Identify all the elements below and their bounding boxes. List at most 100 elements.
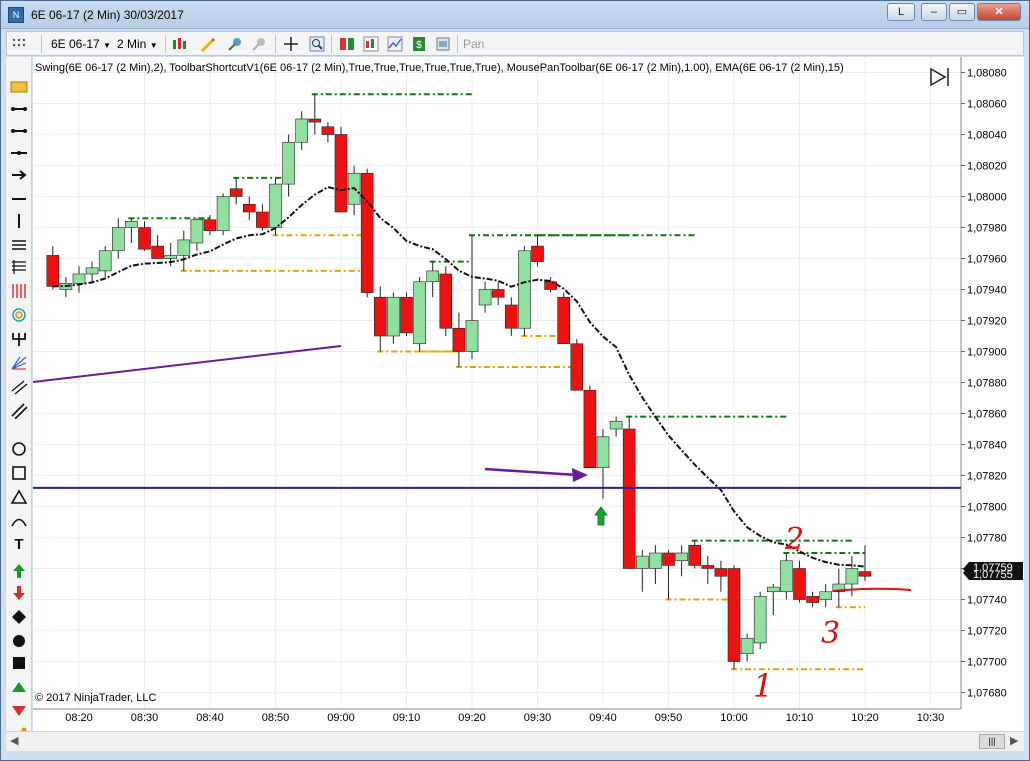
candle-down[interactable] [858,571,872,577]
fibonacci-extension-icon[interactable] [10,259,28,275]
horizontal-line-icon[interactable] [10,191,28,207]
triangle-icon[interactable] [10,489,28,505]
candle-down[interactable] [583,389,597,469]
rectangle-icon[interactable] [10,465,28,481]
candle-up[interactable] [740,637,754,655]
crosshair-icon[interactable] [283,36,299,52]
link-button[interactable]: L [887,3,915,21]
candle-up[interactable] [295,118,309,143]
candle-down[interactable] [243,203,256,213]
candlesticks[interactable] [46,94,872,670]
candle-up[interactable] [387,296,400,337]
candle-up[interactable] [766,586,780,593]
candle-down[interactable] [321,126,335,135]
candle-up[interactable] [426,270,440,283]
candle-up[interactable] [269,183,282,228]
gann-fan-icon[interactable] [10,355,28,371]
scroll-left-icon[interactable]: ◀ [10,734,18,747]
candle-up[interactable] [675,552,688,562]
candle-down[interactable] [504,304,518,329]
candle-down[interactable] [452,327,466,352]
candle-up[interactable] [596,436,610,469]
order-panel-icon[interactable] [339,36,355,52]
candle-up[interactable] [518,250,531,329]
candle-down[interactable] [373,296,387,337]
regression-channel-icon[interactable] [10,379,28,395]
extended-line-icon[interactable] [10,145,28,161]
candle-down[interactable] [701,565,715,569]
candle-up[interactable] [780,560,793,593]
properties-icon[interactable]: $ [411,36,427,52]
candle-up[interactable] [635,555,649,569]
candle-up[interactable] [190,219,204,244]
candle-down[interactable] [557,296,571,345]
candle-up[interactable] [649,552,662,569]
instrument-selector[interactable]: 6E 06-17 ▼ [51,36,111,52]
pitchfork-icon[interactable] [10,331,28,347]
title-bar[interactable]: N 6E 06-17 (2 Min) 30/03/2017 L – ▭ ✕ [1,1,1029,29]
triangle-up-icon[interactable] [10,679,28,695]
line-icon[interactable] [10,123,28,139]
pan-button[interactable]: Pan [463,36,484,52]
scroll-right-icon[interactable]: ▶ [1010,734,1018,747]
vertical-line-icon[interactable] [10,213,28,229]
candle-down[interactable] [360,172,374,293]
triangle-down-icon[interactable] [10,703,28,719]
candle-up[interactable] [845,568,859,585]
horizontal-scrollbar[interactable]: ◀ ||| ▶ [6,731,1024,751]
candle-down[interactable] [46,255,60,287]
candle-up[interactable] [125,221,138,228]
candle-up[interactable] [72,273,86,284]
candle-down[interactable] [138,227,151,250]
trend-channel-icon[interactable] [10,403,28,419]
candle-down[interactable] [688,544,702,566]
zoom-icon[interactable] [309,36,325,52]
arrow-up-icon[interactable] [10,563,28,579]
candle-down[interactable] [727,568,741,662]
candle-down[interactable] [229,188,243,197]
strategy-icon[interactable] [227,36,243,52]
candle-down[interactable] [714,568,728,577]
candle-up[interactable] [177,239,191,256]
candle-down[interactable] [308,118,322,123]
candle-up[interactable] [413,281,426,345]
arrow-line-icon[interactable] [10,167,28,183]
candle-up[interactable] [819,591,833,600]
chart-scroll-end-icon[interactable] [930,67,949,87]
arrow-down-icon[interactable] [10,585,28,601]
ruler-icon[interactable] [10,79,28,95]
candle-up[interactable] [465,320,479,352]
text-icon[interactable]: T [10,535,28,551]
drawing-tool-icon[interactable] [199,36,215,52]
candle-down[interactable] [662,552,675,566]
candle-down[interactable] [151,245,164,259]
minimize-button[interactable]: – [921,3,947,21]
diamond-icon[interactable] [10,609,28,625]
candle-up[interactable] [164,255,177,259]
square-icon[interactable] [10,655,28,671]
maximize-button[interactable]: ▭ [949,3,975,21]
candle-down[interactable] [491,289,505,298]
data-series-icon[interactable] [387,36,403,52]
ray-icon[interactable] [10,101,28,117]
candle-down[interactable] [544,281,557,290]
candle-down[interactable] [806,596,819,603]
candle-up[interactable] [478,289,492,306]
arc-icon[interactable] [10,513,28,529]
candle-up[interactable] [112,227,125,252]
bar-type-icon[interactable] [171,36,187,52]
candle-up[interactable] [85,267,99,275]
price-chart-panel[interactable]: 1,08080 1,08060 1,08040 1,08020 1,08000 1,079… [32,57,1024,731]
price-chart[interactable]: 1,08080 1,08060 1,08040 1,08020 1,08000 1,079… [32,57,1024,731]
candle-up[interactable] [609,420,623,430]
close-button[interactable]: ✕ [977,3,1021,21]
andrews-pitchfork-icon[interactable] [10,237,28,253]
candle-down[interactable] [400,296,413,334]
candle-up[interactable] [216,196,230,231]
candle-down[interactable] [203,219,217,231]
candle-up[interactable] [753,596,767,644]
interval-selector[interactable]: 2 Min ▼ [117,36,158,52]
candle-down[interactable] [531,245,544,262]
chart-trader-icon[interactable] [363,36,379,52]
indicator-disabled-icon[interactable] [251,36,267,52]
